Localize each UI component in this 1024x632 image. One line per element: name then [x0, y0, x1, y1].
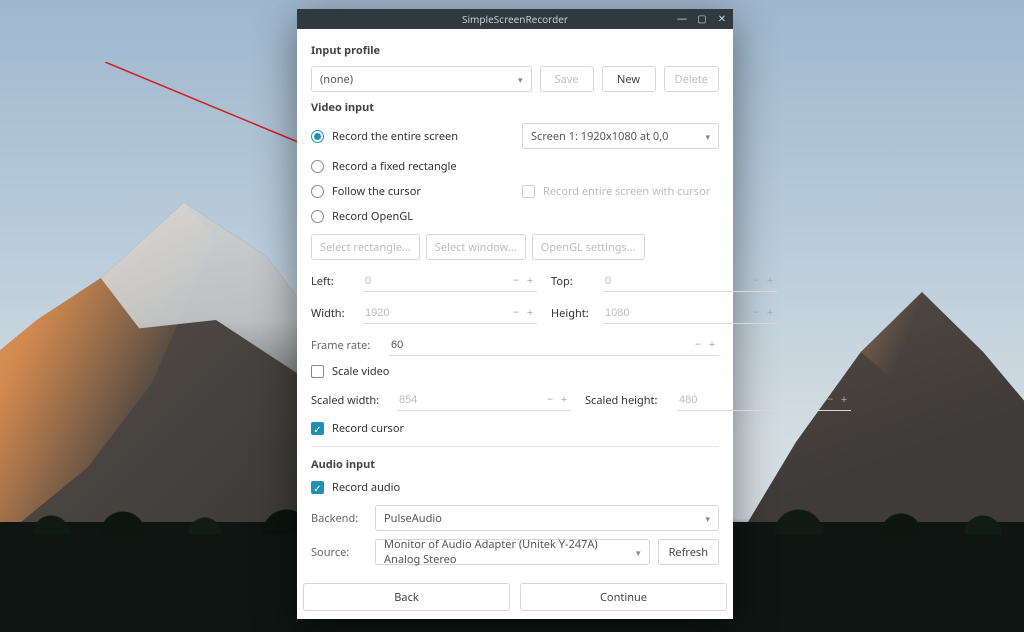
chevron-down-icon: ▾ — [705, 512, 710, 525]
plus-icon[interactable]: + — [837, 392, 851, 407]
radio-fixed-rectangle[interactable] — [311, 160, 324, 173]
label-scale-video: Scale video — [332, 364, 389, 379]
left-label: Left: — [311, 274, 355, 289]
close-icon[interactable]: ✕ — [715, 11, 729, 25]
checkbox-scale-video[interactable] — [311, 365, 324, 378]
frame-rate-value[interactable] — [389, 339, 691, 351]
plus-icon[interactable]: + — [705, 337, 719, 352]
dialog-window: SimpleScreenRecorder — ▢ ✕ Input profile… — [297, 9, 733, 619]
height-label: Height: — [551, 306, 595, 321]
minus-icon[interactable]: − — [749, 305, 763, 320]
select-window-button[interactable]: Select window... — [426, 234, 526, 260]
minus-icon[interactable]: − — [749, 273, 763, 288]
screen-select-value: Screen 1: 1920x1080 at 0,0 — [531, 129, 668, 144]
minus-icon[interactable]: − — [509, 273, 523, 288]
radio-opengl[interactable] — [311, 210, 324, 223]
top-value[interactable] — [603, 275, 749, 287]
left-value[interactable] — [363, 275, 509, 287]
select-rectangle-button[interactable]: Select rectangle... — [311, 234, 420, 260]
section-video-input: Video input — [311, 100, 719, 115]
label-record-entire-with-cursor: Record entire screen with cursor — [543, 184, 710, 199]
frame-rate-input[interactable]: − + — [389, 334, 719, 356]
source-select[interactable]: Monitor of Audio Adapter (Unitek Y-247A)… — [375, 539, 650, 565]
minus-icon[interactable]: − — [823, 392, 837, 407]
titlebar[interactable]: SimpleScreenRecorder — ▢ ✕ — [297, 9, 733, 29]
height-input[interactable]: − + — [603, 302, 777, 324]
scaled-height-input[interactable]: − + — [677, 389, 851, 411]
plus-icon[interactable]: + — [523, 305, 537, 320]
label-fixed-rectangle: Record a fixed rectangle — [332, 159, 457, 174]
save-button[interactable]: Save — [540, 66, 594, 92]
width-label: Width: — [311, 306, 355, 321]
top-label: Top: — [551, 274, 595, 289]
label-opengl: Record OpenGL — [332, 209, 413, 224]
window-title: SimpleScreenRecorder — [462, 12, 568, 26]
section-input-profile: Input profile — [311, 43, 719, 58]
minus-icon[interactable]: − — [509, 305, 523, 320]
backend-select[interactable]: PulseAudio ▾ — [375, 505, 719, 531]
continue-button[interactable]: Continue — [520, 583, 727, 611]
chevron-down-icon: ▾ — [705, 130, 710, 143]
label-record-audio: Record audio — [332, 480, 400, 495]
section-audio-input: Audio input — [311, 457, 719, 472]
height-value[interactable] — [603, 307, 749, 319]
refresh-button[interactable]: Refresh — [658, 539, 719, 565]
scaled-width-value[interactable] — [397, 394, 543, 406]
profile-select-value: (none) — [320, 72, 353, 87]
checkbox-record-cursor[interactable]: ✓ — [311, 422, 324, 435]
checkbox-record-entire-with-cursor — [522, 185, 535, 198]
back-button[interactable]: Back — [303, 583, 510, 611]
width-input[interactable]: − + — [363, 302, 537, 324]
backend-label: Backend: — [311, 511, 367, 526]
scaled-width-label: Scaled width: — [311, 393, 389, 408]
label-follow-cursor: Follow the cursor — [332, 184, 421, 199]
opengl-settings-button[interactable]: OpenGL settings... — [532, 234, 645, 260]
minimize-icon[interactable]: — — [675, 11, 689, 25]
scaled-height-label: Scaled height: — [585, 393, 669, 408]
top-input[interactable]: − + — [603, 270, 777, 292]
chevron-down-icon: ▾ — [518, 73, 523, 86]
checkbox-record-audio[interactable]: ✓ — [311, 481, 324, 494]
minus-icon[interactable]: − — [691, 337, 705, 352]
radio-follow-cursor[interactable] — [311, 185, 324, 198]
chevron-down-icon: ▾ — [636, 546, 641, 559]
plus-icon[interactable]: + — [523, 273, 537, 288]
width-value[interactable] — [363, 307, 509, 319]
backend-select-value: PulseAudio — [384, 511, 442, 526]
scaled-width-input[interactable]: − + — [397, 389, 571, 411]
source-label: Source: — [311, 545, 367, 560]
screen-select[interactable]: Screen 1: 1920x1080 at 0,0 ▾ — [522, 123, 719, 149]
profile-select[interactable]: (none) ▾ — [311, 66, 532, 92]
scaled-height-value[interactable] — [677, 394, 823, 406]
minus-icon[interactable]: − — [543, 392, 557, 407]
new-button[interactable]: New — [602, 66, 656, 92]
divider — [311, 446, 719, 447]
source-select-value: Monitor of Audio Adapter (Unitek Y-247A)… — [384, 537, 636, 567]
maximize-icon[interactable]: ▢ — [695, 11, 709, 25]
plus-icon[interactable]: + — [763, 305, 777, 320]
radio-entire-screen[interactable] — [311, 130, 324, 143]
frame-rate-label: Frame rate: — [311, 338, 381, 353]
label-entire-screen: Record the entire screen — [332, 129, 458, 144]
plus-icon[interactable]: + — [557, 392, 571, 407]
delete-button[interactable]: Delete — [664, 66, 719, 92]
label-record-cursor: Record cursor — [332, 421, 404, 436]
left-input[interactable]: − + — [363, 270, 537, 292]
plus-icon[interactable]: + — [763, 273, 777, 288]
